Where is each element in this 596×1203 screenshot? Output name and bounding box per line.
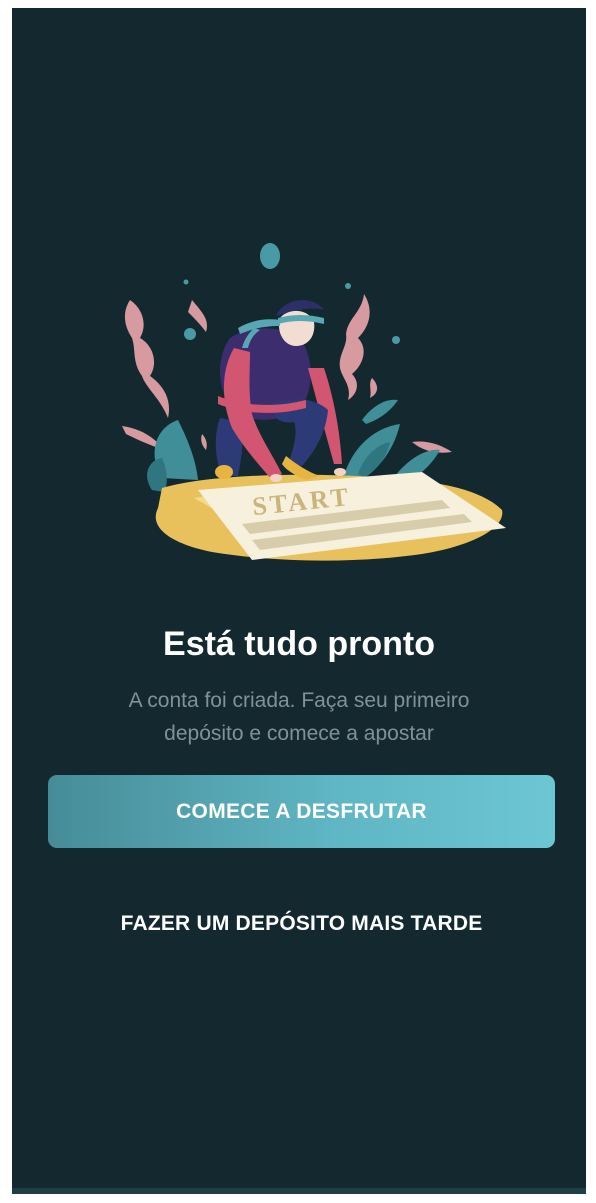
runner-at-start-line-illustration: START — [122, 243, 506, 561]
decor-dot — [184, 328, 196, 340]
decor-flame — [370, 378, 378, 398]
decor-flame — [124, 300, 170, 418]
subtitle-line: depósito e comece a apostar — [164, 722, 434, 745]
decor-flame — [201, 434, 207, 450]
decor-flame — [188, 300, 208, 332]
decor-dot — [392, 336, 400, 344]
runner-hand — [334, 468, 346, 476]
runner-shoe — [215, 465, 233, 479]
runner-hand — [270, 474, 282, 482]
decor-leaf — [147, 458, 167, 492]
page-subtitle: A conta foi criada. Faça seu primeiro de… — [82, 684, 516, 750]
decor-dot — [260, 243, 280, 269]
bottom-edge — [12, 1188, 586, 1194]
subtitle-line: A conta foi criada. Faça seu primeiro — [128, 689, 470, 712]
decor-dot — [183, 279, 189, 285]
decor-leaf — [362, 399, 398, 424]
page-title: Está tudo pronto — [163, 625, 435, 663]
start-enjoying-button[interactable]: COMECE A DESFRUTAR — [48, 775, 555, 848]
decor-flame — [339, 294, 370, 400]
deposit-later-button[interactable]: FAZER UM DEPÓSITO MAIS TARDE — [48, 900, 555, 948]
decor-dot — [345, 283, 351, 289]
onboarding-screen: START Está tudo pronto A conta foi criad… — [12, 8, 586, 1188]
